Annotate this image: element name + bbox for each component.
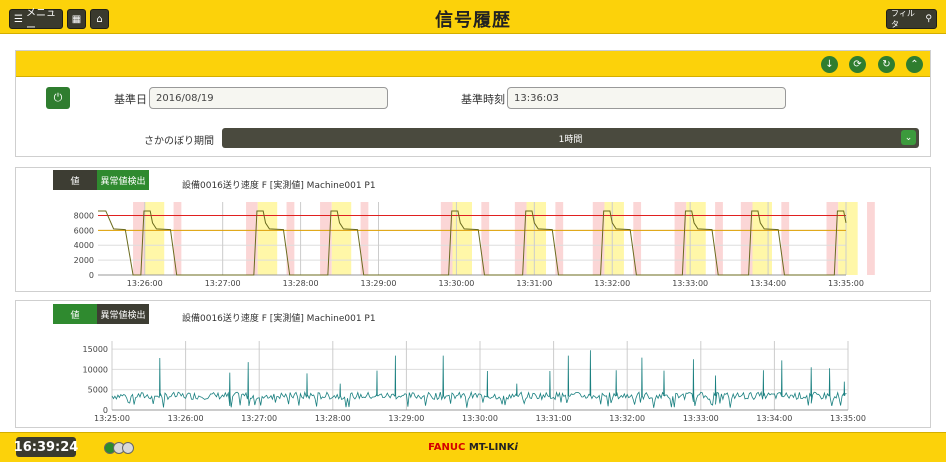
y-tick-label: 6000	[74, 226, 94, 235]
base-date-input[interactable]: 2016/08/19	[149, 87, 388, 109]
anomaly-band-high	[867, 202, 875, 275]
chevron-up-icon: ⌃	[910, 59, 919, 70]
anomaly-band-warn	[752, 202, 772, 275]
y-tick-label: 15000	[83, 345, 108, 354]
x-tick-label: 13:33:00	[672, 279, 708, 288]
period-label: さかのぼり期間	[144, 136, 214, 147]
x-tick-label: 13:27:00	[205, 279, 241, 288]
x-tick-label: 13:25:00	[94, 414, 130, 423]
x-tick-label: 13:32:00	[594, 279, 630, 288]
base-time-label: 基準時刻	[461, 93, 505, 106]
chevron-down-icon: ⌄	[901, 130, 916, 145]
x-tick-label: 13:28:00	[283, 279, 319, 288]
x-tick-label: 13:30:00	[462, 414, 498, 423]
x-tick-label: 13:35:00	[830, 414, 866, 423]
x-tick-label: 13:32:00	[609, 414, 645, 423]
x-tick-label: 13:35:00	[828, 279, 864, 288]
chart-panel-1: 値 異常値検出 設備0016送り速度 F [実測値] Machine001 P1…	[15, 167, 931, 292]
x-tick-label: 13:31:00	[536, 414, 572, 423]
anomaly-band-warn	[604, 202, 624, 275]
base-time-input[interactable]: 13:36:03	[507, 87, 786, 109]
anomaly-band-warn	[686, 202, 706, 275]
anomaly-band-warn	[526, 202, 547, 275]
base-date-label: 基準日	[114, 93, 147, 106]
y-tick-label: 10000	[83, 365, 108, 374]
value-chart: 05000100001500013:25:00 13:26:00 13:27:00 1…	[83, 341, 866, 423]
y-tick-label: 4000	[74, 241, 94, 250]
period-select[interactable]: 1時間 ⌄	[222, 128, 919, 148]
period-value: 1時間	[558, 134, 583, 145]
download-icon: ↓	[825, 59, 834, 70]
anomaly-band-warn	[838, 202, 858, 275]
refresh-button[interactable]: ↻	[878, 56, 895, 73]
brand-suffix: i	[514, 442, 518, 453]
top-bar: ☰ メニュー ▦ ⌂ 信号履歴 フィルタ ⚲	[0, 0, 946, 34]
x-tick-label: 13:31:00	[516, 279, 552, 288]
x-tick-label: 13:33:00	[683, 414, 719, 423]
refresh-icon: ↻	[882, 59, 891, 70]
collapse-button[interactable]: ⌃	[906, 56, 923, 73]
power-button[interactable]: ⏻	[46, 87, 70, 109]
x-tick-label: 13:27:00	[241, 414, 277, 423]
power-icon: ⏻	[53, 91, 63, 104]
y-tick-label: 5000	[88, 386, 108, 395]
x-tick-label: 13:34:00	[756, 414, 792, 423]
filter-label: フィルタ	[891, 9, 915, 29]
anomaly-band-warn	[331, 202, 352, 275]
y-tick-label: 0	[89, 271, 94, 280]
condition-panel: ↓ ⟳ ↻ ⌃ ⏻ 基準日 2016/08/19 基準時刻 13:36:03 さ…	[15, 50, 931, 157]
page-title: 信号履歴	[435, 10, 511, 31]
y-tick-label: 8000	[74, 211, 94, 220]
x-tick-label: 13:34:00	[750, 279, 786, 288]
search-icon: ⚲	[925, 14, 932, 24]
download-button[interactable]: ↓	[821, 56, 838, 73]
x-tick-label: 13:28:00	[315, 414, 351, 423]
x-tick-label: 13:29:00	[361, 279, 397, 288]
x-tick-label: 13:30:00	[438, 279, 474, 288]
anomaly-chart: 0 2000 4000 6000 8000 13:26:00 13:27:00 13:28:0…	[74, 202, 875, 288]
signal-line	[111, 350, 847, 408]
brand-fanuc: FANUC	[428, 442, 466, 453]
brand-logo: FANUC MT-LINKi	[0, 442, 946, 453]
anomaly-band-warn	[257, 202, 278, 275]
brand-mtlink: MT-LINK	[468, 442, 515, 453]
y-tick-label: 2000	[74, 256, 94, 265]
chart-panel-2: 値 異常値検出 設備0016送り速度 F [実測値] Machine001 P1…	[15, 300, 931, 428]
anomaly-band-warn	[144, 202, 165, 275]
x-tick-label: 13:29:00	[388, 414, 424, 423]
status-bar: 16:39:24 FANUC MT-LINKi	[0, 432, 946, 462]
x-tick-label: 13:26:00	[168, 414, 204, 423]
x-tick-label: 13:26:00	[127, 279, 163, 288]
anomaly-band-warn	[452, 202, 472, 275]
sync-icon: ⟳	[853, 59, 862, 70]
sync-button[interactable]: ⟳	[849, 56, 866, 73]
condition-panel-header: ↓ ⟳ ↻ ⌃	[16, 51, 930, 77]
filter-button[interactable]: フィルタ ⚲	[886, 9, 937, 29]
